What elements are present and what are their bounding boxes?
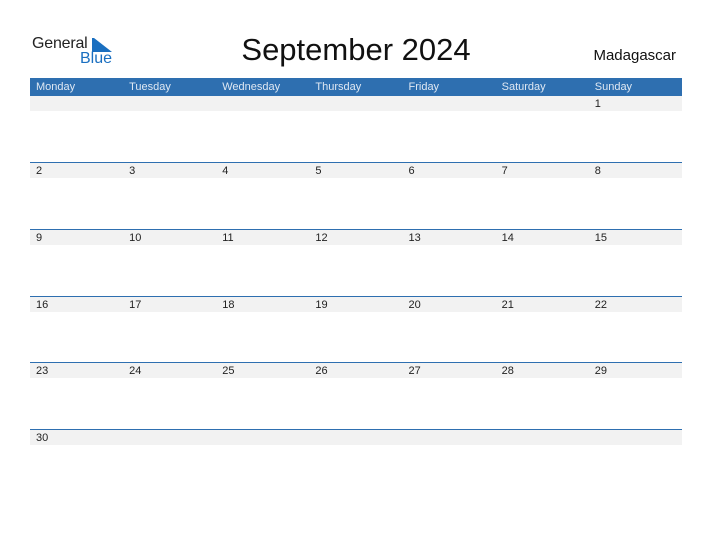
day-number: 10 — [129, 232, 142, 244]
country-label: Madagascar — [593, 47, 676, 64]
date-strip: 30 — [30, 430, 682, 445]
week-row: 23 24 25 26 27 28 29 — [30, 362, 682, 429]
day-number: 16 — [36, 298, 49, 311]
day-number: 30 — [36, 432, 49, 444]
day-number: 19 — [315, 298, 328, 311]
day-number: 3 — [129, 165, 136, 177]
day-number: 14 — [501, 232, 514, 244]
day-number: 21 — [501, 298, 514, 311]
day-number: 7 — [501, 165, 508, 177]
day-number — [216, 96, 309, 111]
week-row: 30 — [30, 429, 682, 496]
weekday-monday: Monday — [36, 81, 76, 93]
date-strip: 2 3 4 5 6 7 8 — [30, 163, 682, 178]
day-number: 26 — [315, 365, 328, 377]
day-number: 18 — [222, 298, 235, 311]
day-number: 9 — [36, 232, 43, 244]
day-number: 11 — [222, 232, 234, 244]
day-number: 1 — [594, 98, 601, 110]
weekday-friday: Friday — [408, 81, 440, 93]
weekday-saturday: Saturday — [501, 81, 546, 93]
day-number: 5 — [315, 165, 322, 177]
date-strip: 23 24 25 26 27 28 29 — [30, 363, 682, 378]
date-strip: 16 17 18 19 20 21 22 — [30, 296, 682, 312]
day-number: 8 — [594, 165, 601, 177]
week-row: 1 — [30, 96, 682, 162]
day-number: 23 — [36, 365, 49, 377]
day-number: 4 — [222, 165, 229, 177]
weekday-wednesday: Wednesday — [222, 81, 281, 93]
day-number: 27 — [408, 365, 421, 377]
weekday-tuesday: Tuesday — [129, 81, 171, 93]
day-number: 22 — [594, 298, 607, 311]
day-number — [30, 96, 123, 111]
day-number: 15 — [594, 232, 607, 244]
day-number — [589, 430, 682, 445]
day-number — [496, 96, 589, 111]
date-strip: 1 — [30, 96, 682, 111]
day-number: 13 — [408, 232, 421, 244]
day-number: 12 — [315, 232, 328, 244]
week-row: 16 17 18 19 20 21 22 — [30, 295, 682, 363]
day-number — [403, 430, 496, 445]
weekday-header: Monday Tuesday Wednesday Thursday Friday… — [30, 78, 682, 96]
week-row: 9 10 11 12 13 14 15 — [30, 229, 682, 296]
day-number: 29 — [594, 365, 607, 377]
day-number — [309, 96, 402, 111]
week-row: 2 3 4 5 6 7 8 — [30, 162, 682, 229]
date-strip: 9 10 11 12 13 14 15 — [30, 230, 682, 245]
day-number: 17 — [129, 298, 142, 311]
day-number: 24 — [129, 365, 142, 377]
day-number — [216, 430, 309, 445]
day-number — [123, 430, 216, 445]
day-number: 6 — [408, 165, 415, 177]
day-number — [403, 96, 496, 111]
day-number: 2 — [36, 165, 43, 177]
day-number: 20 — [408, 298, 421, 311]
day-number — [309, 430, 402, 445]
day-number: 28 — [501, 365, 514, 377]
day-number — [123, 96, 216, 111]
weekday-thursday: Thursday — [315, 81, 362, 93]
day-number: 25 — [222, 365, 235, 377]
weekday-sunday: Sunday — [594, 81, 633, 93]
day-number — [496, 430, 589, 445]
